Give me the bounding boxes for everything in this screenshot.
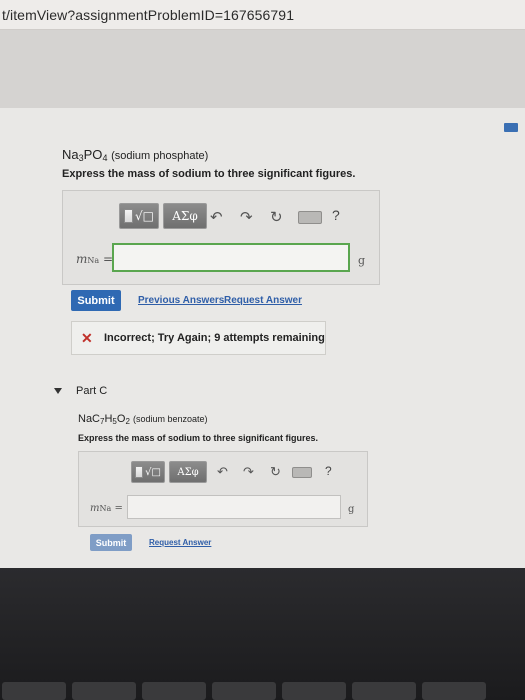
page-header-area bbox=[0, 30, 525, 108]
part-c-answer-label: mNa = bbox=[90, 503, 123, 514]
square-template-icon bbox=[124, 209, 133, 223]
feedback-box: ✕ Incorrect; Try Again; 9 attempts remai… bbox=[71, 321, 326, 355]
browser-url-bar[interactable]: t/itemView?assignmentProblemID=167656791 bbox=[0, 0, 525, 30]
part-c-math-toolbar: √□ ΑΣφ bbox=[131, 461, 207, 483]
part-c-compound: NaC7H5O2 (sodium benzoate) bbox=[78, 413, 208, 426]
incorrect-icon: ✕ bbox=[81, 330, 93, 346]
key bbox=[2, 682, 66, 700]
part-b-math-toolbar: √□ ΑΣφ bbox=[119, 203, 207, 229]
templates-button[interactable]: √□ bbox=[119, 203, 159, 229]
part-b-request-answer-link[interactable]: Request Answer bbox=[224, 295, 302, 306]
reset-icon[interactable]: ↻ bbox=[270, 208, 283, 226]
url-text[interactable]: t/itemView?assignmentProblemID=167656791 bbox=[2, 7, 294, 23]
reset-icon[interactable]: ↻ bbox=[270, 464, 281, 480]
part-c-compound-name: (sodium benzoate) bbox=[132, 414, 208, 424]
feedback-text: Incorrect; Try Again; 9 attempts remaini… bbox=[104, 332, 325, 344]
undo-icon[interactable]: ↶ bbox=[210, 208, 223, 226]
key bbox=[142, 682, 206, 700]
templates-button[interactable]: √□ bbox=[131, 461, 165, 483]
part-b-answer-label: mNa = bbox=[76, 252, 114, 266]
keyboard-keys bbox=[0, 682, 525, 700]
key bbox=[72, 682, 136, 700]
part-b-submit-button[interactable]: Submit bbox=[71, 290, 121, 311]
part-c-instruction: Express the mass of sodium to three sign… bbox=[78, 433, 319, 443]
grid-icon[interactable] bbox=[504, 123, 518, 132]
key bbox=[352, 682, 416, 700]
part-b-instruction: Express the mass of sodium to three sign… bbox=[62, 168, 356, 180]
part-b-compound: Na3PO4 (sodium phosphate) bbox=[62, 147, 209, 163]
redo-icon[interactable]: ↷ bbox=[243, 464, 254, 480]
part-b-unit: g bbox=[358, 254, 366, 267]
part-c-request-answer-link[interactable]: Request Answer bbox=[149, 538, 211, 547]
redo-icon[interactable]: ↷ bbox=[240, 208, 253, 226]
keyboard-icon[interactable] bbox=[292, 467, 312, 478]
help-icon[interactable]: ? bbox=[332, 207, 340, 223]
keyboard-icon[interactable] bbox=[298, 211, 322, 224]
laptop-bezel bbox=[0, 568, 525, 700]
part-b-compound-name: (sodium phosphate) bbox=[111, 150, 209, 162]
key bbox=[212, 682, 276, 700]
previous-answers-link[interactable]: Previous Answers bbox=[138, 295, 224, 306]
help-icon[interactable]: ? bbox=[325, 464, 332, 478]
greek-symbols-button[interactable]: ΑΣφ bbox=[163, 203, 207, 229]
undo-icon[interactable]: ↶ bbox=[217, 464, 228, 480]
part-c-submit-button[interactable]: Submit bbox=[90, 534, 132, 551]
part-b-answer-input[interactable] bbox=[112, 243, 350, 272]
key bbox=[422, 682, 486, 700]
greek-symbols-button[interactable]: ΑΣφ bbox=[169, 461, 207, 483]
part-c-heading[interactable]: Part C bbox=[76, 385, 107, 397]
key bbox=[282, 682, 346, 700]
part-c-unit: g bbox=[348, 504, 355, 515]
part-c-answer-input[interactable] bbox=[127, 495, 341, 519]
collapse-part-c-icon[interactable] bbox=[54, 388, 62, 394]
square-template-icon bbox=[135, 466, 144, 478]
